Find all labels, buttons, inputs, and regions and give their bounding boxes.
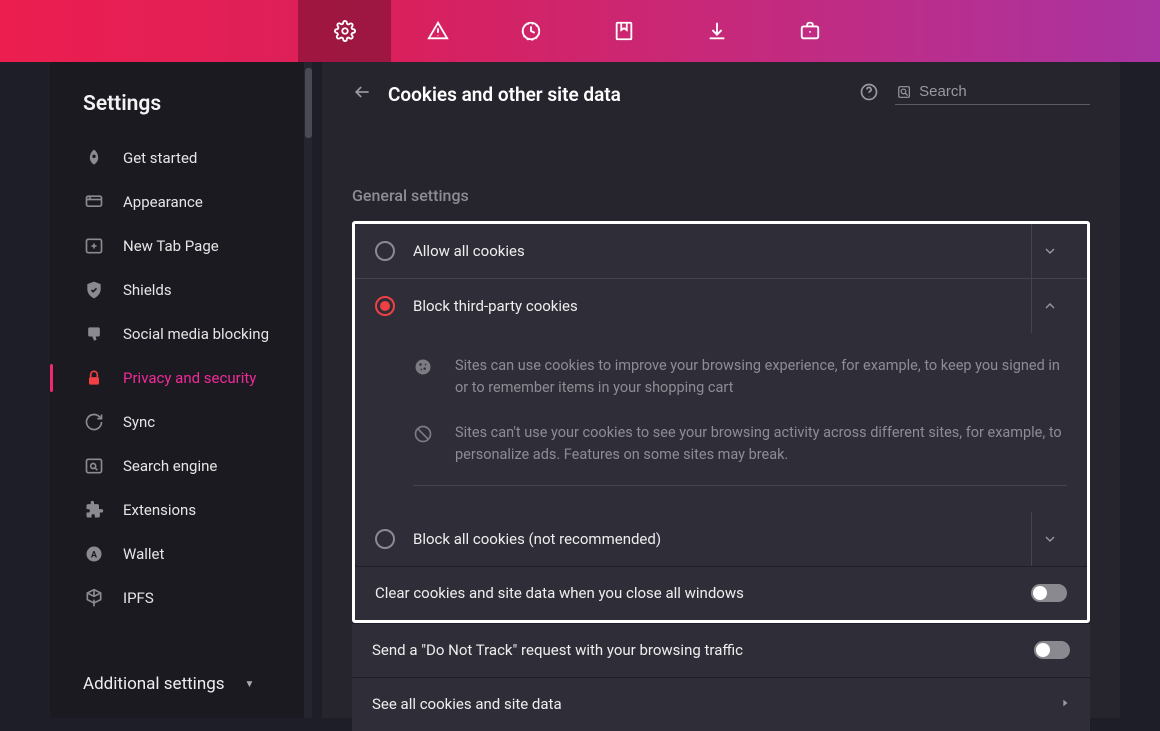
topbar-wallet[interactable] bbox=[763, 0, 856, 62]
option-detail: Sites can use cookies to improve your br… bbox=[355, 333, 1087, 512]
thumbsdown-icon bbox=[83, 324, 105, 344]
detail-text: Sites can't use your cookies to see your… bbox=[455, 422, 1067, 467]
expand-button[interactable] bbox=[1031, 224, 1067, 278]
option-label: Allow all cookies bbox=[413, 242, 1007, 260]
sidebar-item-label: Wallet bbox=[123, 545, 164, 563]
sidebar-item-wallet[interactable]: A Wallet bbox=[50, 532, 312, 576]
bookmark-tab-icon bbox=[613, 20, 635, 42]
puzzle-icon bbox=[83, 500, 105, 520]
wallet-icon: A bbox=[83, 544, 105, 564]
sidebar-item-label: Extensions bbox=[123, 501, 196, 519]
block-icon bbox=[413, 422, 437, 467]
gear-icon bbox=[334, 20, 356, 42]
sidebar-item-shields[interactable]: Shields bbox=[50, 268, 312, 312]
radio-button[interactable] bbox=[375, 296, 395, 316]
sidebar-item-label: Get started bbox=[123, 149, 197, 167]
sidebar-scrollbar[interactable] bbox=[305, 68, 312, 138]
topbar bbox=[0, 0, 1160, 62]
content-header: Cookies and other site data bbox=[352, 82, 1090, 106]
sidebar-item-new-tab[interactable]: New Tab Page bbox=[50, 224, 312, 268]
toggle-label: Send a "Do Not Track" request with your … bbox=[372, 641, 1016, 659]
toggle-switch[interactable] bbox=[1034, 641, 1070, 659]
page-title: Cookies and other site data bbox=[388, 83, 621, 106]
help-button[interactable] bbox=[859, 82, 879, 106]
sidebar-item-label: Shields bbox=[123, 281, 172, 299]
sidebar: Settings Get started Appearance New Tab … bbox=[0, 62, 322, 718]
sidebar-item-sync[interactable]: Sync bbox=[50, 400, 312, 444]
sidebar-title: Settings bbox=[50, 62, 312, 136]
expand-button[interactable] bbox=[1031, 512, 1067, 566]
sidebar-item-label: Social media blocking bbox=[123, 325, 269, 343]
cookie-option-block-all[interactable]: Block all cookies (not recommended) bbox=[355, 512, 1087, 566]
chevron-down-icon: ▼ bbox=[245, 679, 255, 690]
cookie-icon bbox=[413, 355, 437, 400]
appearance-icon bbox=[83, 192, 105, 212]
topbar-settings[interactable] bbox=[298, 0, 391, 62]
lock-icon bbox=[83, 368, 105, 388]
sidebar-item-label: New Tab Page bbox=[123, 237, 219, 255]
radio-button[interactable] bbox=[375, 241, 395, 261]
sync-icon bbox=[83, 412, 105, 432]
additional-settings[interactable]: Additional settings ▼ bbox=[83, 674, 254, 694]
arrow-left-icon bbox=[352, 82, 372, 102]
radio-button[interactable] bbox=[375, 529, 395, 549]
sidebar-item-social-blocking[interactable]: Social media blocking bbox=[50, 312, 312, 356]
sidebar-item-label: Privacy and security bbox=[123, 369, 256, 387]
search-input[interactable] bbox=[919, 83, 1088, 100]
history-icon bbox=[520, 20, 542, 42]
chevron-up-icon bbox=[1042, 298, 1058, 314]
rocket-icon bbox=[83, 148, 105, 168]
collapse-button[interactable] bbox=[1031, 279, 1067, 333]
chevron-down-icon bbox=[1042, 531, 1058, 547]
toggle-label: Clear cookies and site data when you clo… bbox=[375, 584, 1013, 602]
highlighted-settings-group: Allow all cookies Block third-party cook… bbox=[352, 221, 1090, 623]
sidebar-item-privacy-security[interactable]: Privacy and security bbox=[50, 356, 312, 400]
chevron-down-icon bbox=[1042, 243, 1058, 259]
toggle-clear-on-close: Clear cookies and site data when you clo… bbox=[355, 566, 1087, 620]
sidebar-item-label: Sync bbox=[123, 413, 155, 431]
warning-triangle-icon bbox=[427, 20, 449, 42]
topbar-history[interactable] bbox=[484, 0, 577, 62]
sidebar-item-appearance[interactable]: Appearance bbox=[50, 180, 312, 224]
sidebar-item-label: IPFS bbox=[123, 589, 154, 607]
link-see-all-cookies[interactable]: See all cookies and site data bbox=[352, 677, 1090, 731]
toggle-do-not-track: Send a "Do Not Track" request with your … bbox=[352, 623, 1090, 677]
topbar-bookmarks[interactable] bbox=[577, 0, 670, 62]
briefcase-icon bbox=[799, 20, 821, 42]
help-circle-icon bbox=[859, 82, 879, 102]
sidebar-item-extensions[interactable]: Extensions bbox=[50, 488, 312, 532]
option-label: Block third-party cookies bbox=[413, 297, 1007, 315]
cookie-option-block-third-party[interactable]: Block third-party cookies bbox=[355, 278, 1087, 333]
additional-settings-label: Additional settings bbox=[83, 674, 225, 694]
option-label: Block all cookies (not recommended) bbox=[413, 530, 1007, 548]
cookie-option-allow-all[interactable]: Allow all cookies bbox=[355, 224, 1087, 278]
topbar-spacer bbox=[0, 0, 298, 62]
search-field[interactable] bbox=[895, 83, 1090, 105]
topbar-downloads[interactable] bbox=[670, 0, 763, 62]
sidebar-item-label: Appearance bbox=[123, 193, 203, 211]
sidebar-item-get-started[interactable]: Get started bbox=[50, 136, 312, 180]
searchbox-icon bbox=[83, 456, 105, 476]
topbar-warning[interactable] bbox=[391, 0, 484, 62]
newtab-icon bbox=[83, 236, 105, 256]
download-icon bbox=[706, 20, 728, 42]
page-search-icon bbox=[897, 84, 911, 100]
sidebar-item-label: Search engine bbox=[123, 457, 217, 475]
link-label: See all cookies and site data bbox=[372, 695, 1042, 713]
content: Cookies and other site data General sett… bbox=[322, 62, 1160, 718]
chevron-right-icon bbox=[1060, 695, 1070, 714]
sidebar-item-ipfs[interactable]: IPFS bbox=[50, 576, 312, 620]
shield-icon bbox=[83, 280, 105, 300]
section-general-settings: General settings bbox=[352, 186, 1090, 205]
svg-text:A: A bbox=[91, 550, 98, 560]
detail-text: Sites can use cookies to improve your br… bbox=[455, 355, 1067, 400]
cube-icon bbox=[83, 588, 105, 608]
back-button[interactable] bbox=[352, 82, 372, 106]
toggle-switch[interactable] bbox=[1031, 584, 1067, 602]
sidebar-item-search-engine[interactable]: Search engine bbox=[50, 444, 312, 488]
